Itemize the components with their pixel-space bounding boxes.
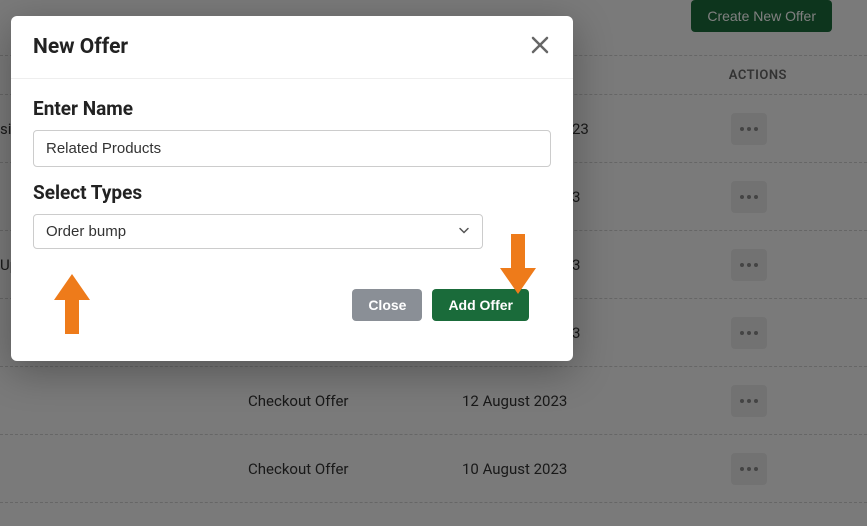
types-field-label: Select Types xyxy=(33,181,551,204)
close-icon[interactable] xyxy=(529,34,551,60)
types-select-wrap: Order bump xyxy=(33,214,483,249)
name-input[interactable] xyxy=(33,130,551,167)
modal-footer: Close Add Offer xyxy=(33,289,551,339)
new-offer-modal: New Offer Enter Name Select Types Order … xyxy=(11,16,573,361)
modal-title: New Offer xyxy=(33,35,128,59)
close-button[interactable]: Close xyxy=(352,289,422,321)
modal-header: New Offer xyxy=(11,16,573,79)
types-select[interactable]: Order bump xyxy=(33,214,483,249)
name-field-label: Enter Name xyxy=(33,97,551,120)
add-offer-button[interactable]: Add Offer xyxy=(432,289,529,321)
modal-body: Enter Name Select Types Order bump Close… xyxy=(11,79,573,361)
